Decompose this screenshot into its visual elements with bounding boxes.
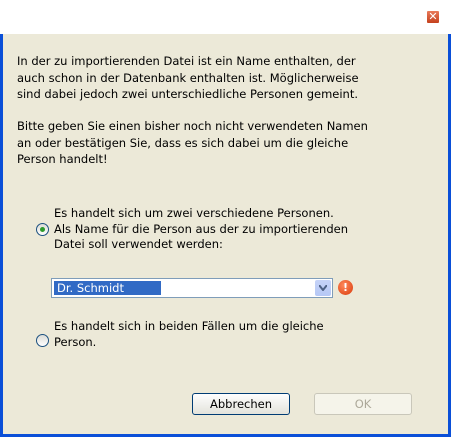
- import-name-conflict-dialog: ✕ In der zu importierenden Datei ist ein…: [0, 0, 451, 437]
- option-same-label[interactable]: Es handelt sich in beiden Fällen um die …: [54, 319, 434, 350]
- combobox-dropdown-button[interactable]: [315, 280, 331, 296]
- dialog-body: In der zu importierenden Datei ist ein N…: [3, 34, 448, 434]
- name-combobox[interactable]: Dr. Schmidt: [51, 278, 333, 298]
- cancel-button[interactable]: Abbrechen: [192, 393, 290, 415]
- warning-icon: !: [338, 280, 353, 295]
- close-button[interactable]: ✕: [426, 10, 440, 24]
- option-different-label[interactable]: Es handelt sich um zwei verschiedene Per…: [54, 206, 434, 253]
- radio-selected-dot: [40, 227, 45, 232]
- intro-text-2: Bitte geben Sie einen bisher noch nicht …: [17, 119, 368, 166]
- ok-button[interactable]: OK: [314, 393, 412, 415]
- radio-different-persons[interactable]: [36, 223, 49, 236]
- name-combobox-value[interactable]: Dr. Schmidt: [54, 281, 161, 295]
- title-bar: ✕: [0, 0, 451, 34]
- intro-text-1: In der zu importierenden Datei ist ein N…: [17, 54, 359, 101]
- chevron-down-icon: [319, 285, 327, 291]
- radio-same-person[interactable]: [36, 334, 49, 347]
- close-icon: ✕: [428, 10, 438, 23]
